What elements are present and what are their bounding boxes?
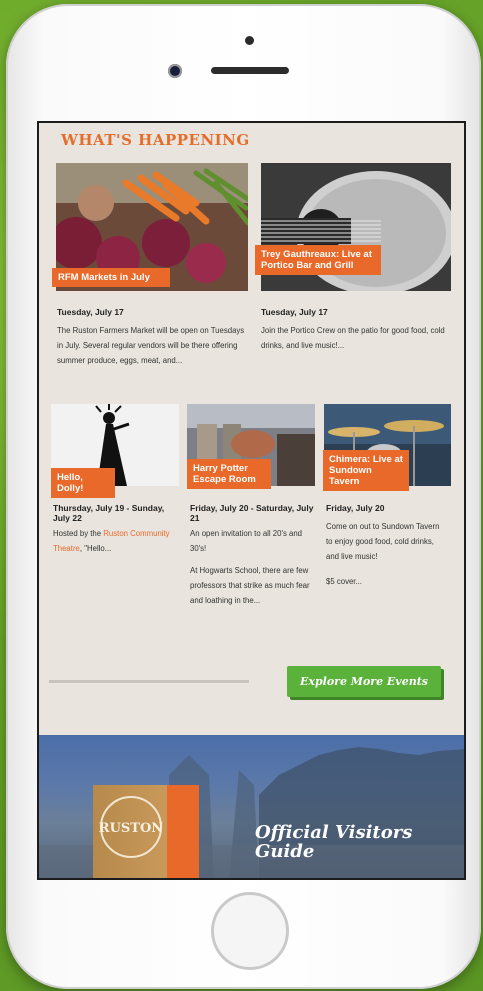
earpiece-speaker [211,67,289,74]
home-button[interactable] [211,892,289,970]
event-description-prefix: Hosted by the [53,529,104,538]
section-divider [49,680,249,683]
section-heading: WHAT'S HAPPENING [61,131,250,149]
event-description-suffix: , "Hello... [79,544,112,553]
event-date-harry-potter: Friday, July 20 - Saturday, July 21 [190,503,314,523]
event-date-rfm-markets: Tuesday, July 17 [57,307,124,317]
event-description-trey-gauthreaux: Join the Portico Crew on the patio for g… [261,326,445,350]
event-tag-hello-dolly[interactable]: Hello, Dolly! [51,468,115,498]
event-description-chimera: Come on out to Sundown Tavern to enjoy g… [326,522,440,561]
ruston-logo: RUSTON [99,796,164,858]
event-tag-chimera[interactable]: Chimera: Live at Sundown Tavern [323,450,409,491]
visitors-guide-banner[interactable]: RUSTON Official Visitors Guide [39,735,464,878]
svg-text:RUSTON: RUSTON [99,821,164,836]
event-tag-trey-gauthreaux[interactable]: Trey Gauthreaux: Live at Portico Bar and… [255,245,381,275]
phone-frame: WHAT'S HAPPENING RFM Markets in July Tre… [6,4,481,989]
event-description-chimera-cover: $5 cover... [326,577,362,586]
event-tag-rfm-markets[interactable]: RFM Markets in July [52,268,170,287]
visitors-guide-title: Official Visitors Guide [255,822,413,862]
event-tag-harry-potter[interactable]: Harry Potter Escape Room [187,459,271,489]
front-camera [168,64,182,78]
event-date-chimera: Friday, July 20 [326,503,385,513]
event-description-hello-dolly: Hosted by the Ruston Community Theatre, … [53,526,181,556]
phone-screen: WHAT'S HAPPENING RFM Markets in July Tre… [37,121,466,880]
event-description-rfm-markets: The Ruston Farmers Market will be open o… [57,326,245,365]
event-date-trey-gauthreaux: Tuesday, July 17 [261,307,328,317]
visitors-guide-cover[interactable]: RUSTON [93,785,199,878]
event-description-harry-potter: An open invitation to all 20's and 30's! [190,529,303,553]
event-date-hello-dolly: Thursday, July 19 - Sunday, July 22 [53,503,165,523]
explore-more-events-button[interactable]: Explore More Events [287,666,441,697]
event-description-harry-potter-more: At Hogwarts School, there are few profes… [190,566,310,605]
proximity-sensor [245,36,254,45]
